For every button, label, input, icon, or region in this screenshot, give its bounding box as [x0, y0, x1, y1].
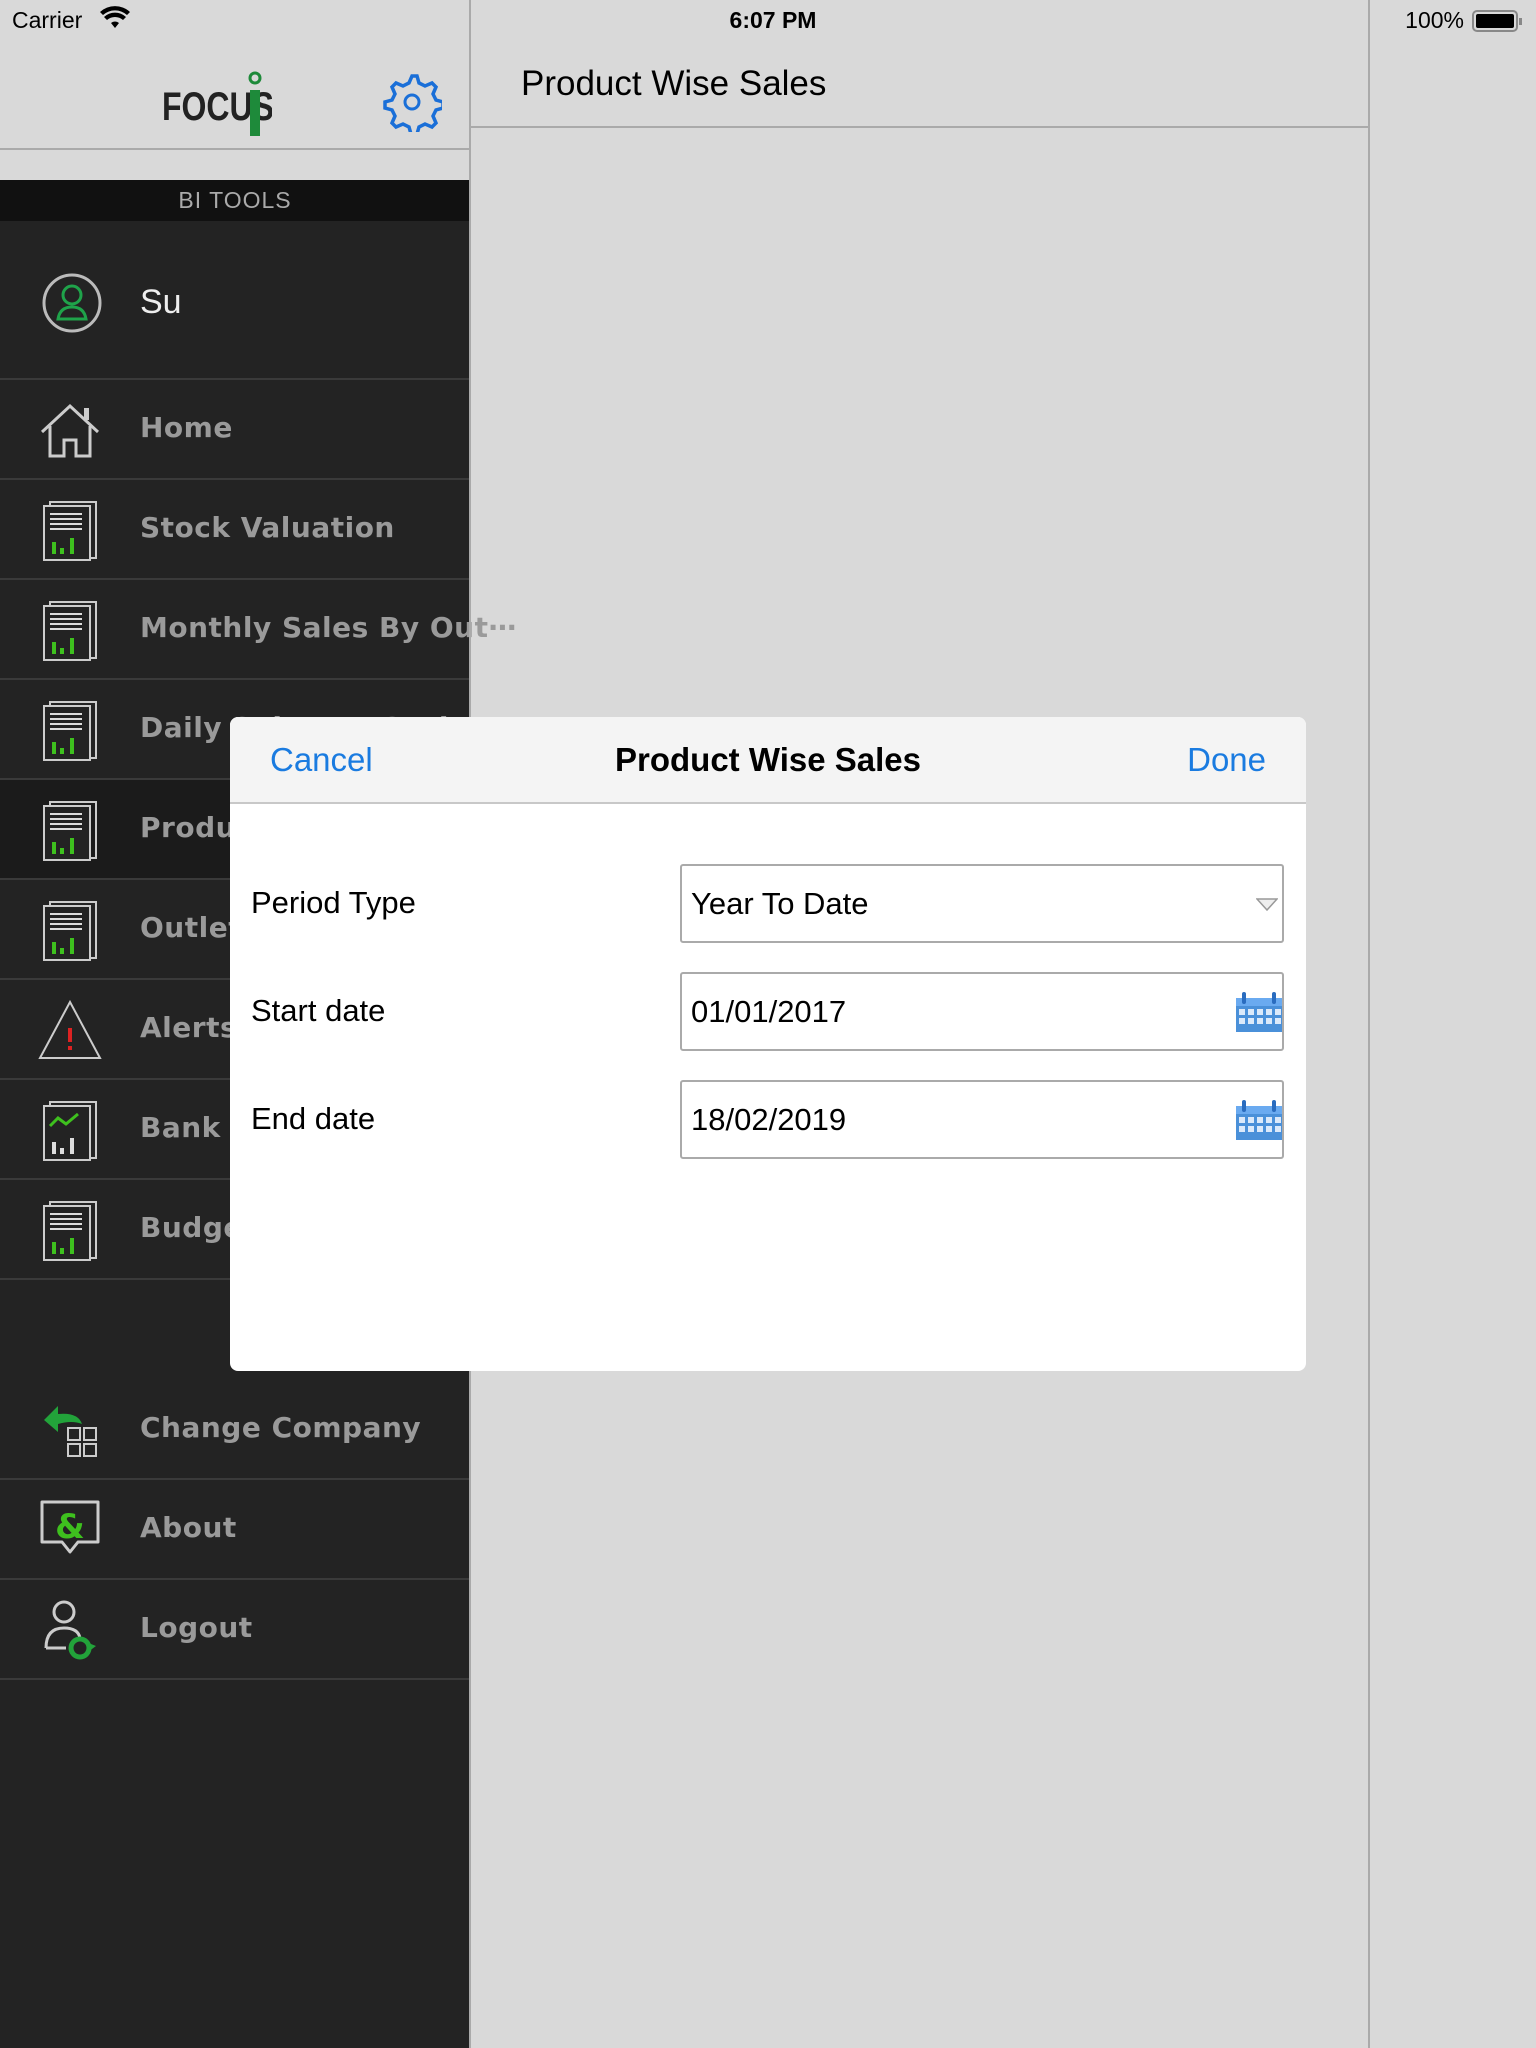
alert-icon [38, 999, 102, 1059]
sidebar-item-label: Change Company [140, 1411, 422, 1444]
start-date-value: 01/01/2017 [691, 994, 847, 1029]
divider [1368, 0, 1370, 2048]
change-company-icon [44, 1406, 97, 1457]
clock: 6:07 PM [729, 7, 817, 33]
end-date-label: End date [251, 1101, 376, 1136]
status-bar: Carrier 6:07 PM 100% [0, 0, 1536, 40]
dialog-title: Product Wise Sales [615, 741, 921, 778]
calendar-icon[interactable] [1236, 992, 1282, 1032]
logout-icon [44, 1600, 96, 1660]
report-icon [43, 901, 97, 961]
user-avatar-icon [42, 273, 102, 333]
report-icon [43, 801, 97, 861]
sidebar-item-label: Alerts [140, 1011, 238, 1044]
done-button[interactable]: Done [1187, 741, 1266, 779]
sidebar-item-about[interactable]: & About [0, 1480, 470, 1580]
about-icon: & [40, 1500, 100, 1554]
period-type-dropdown[interactable]: Year To Date [680, 864, 1284, 943]
settings-gear-icon[interactable] [382, 72, 442, 132]
sidebar-item-label: Outlet [140, 911, 243, 944]
focus-logo: FOCUS [162, 71, 272, 136]
user-profile[interactable]: Su [0, 221, 470, 380]
sidebar-item-home[interactable]: Home [0, 380, 470, 480]
user-name: Su [140, 283, 182, 321]
report-icon [43, 601, 97, 661]
end-date-field[interactable]: 18/02/2019 [680, 1080, 1284, 1159]
dialog-header: Cancel Product Wise Sales Done [230, 717, 1306, 804]
main-header: Product Wise Sales [471, 40, 1369, 128]
start-date-label: Start date [251, 993, 386, 1028]
sidebar-item-label: Monthly Sales By Out⋯ [140, 611, 517, 644]
calendar-icon[interactable] [1236, 1100, 1282, 1140]
battery-percent: 100% [1405, 7, 1464, 33]
sidebar-item-label: Home [140, 411, 233, 444]
chevron-down-icon [1256, 898, 1278, 912]
sidebar-item-label: About [140, 1511, 237, 1544]
period-type-label: Period Type [251, 885, 416, 920]
sidebar-item-logout[interactable]: Logout [0, 1580, 470, 1680]
report-icon [43, 701, 97, 761]
section-title: BI TOOLS [0, 180, 470, 221]
report-icon [43, 501, 97, 561]
page-title: Product Wise Sales [521, 64, 827, 103]
report-icon [43, 1201, 97, 1261]
sidebar-item-stock-valuation[interactable]: Stock Valuation [0, 480, 470, 580]
filter-dialog: Cancel Product Wise Sales Done Period Ty… [230, 717, 1306, 1371]
period-type-value: Year To Date [691, 886, 869, 921]
home-icon [40, 403, 100, 458]
end-date-value: 18/02/2019 [691, 1102, 847, 1137]
trend-report-icon [43, 1101, 97, 1161]
svg-text:&: & [55, 1507, 85, 1547]
sidebar-item-label: Stock Valuation [140, 511, 395, 544]
sidebar-item-monthly-sales-by-out[interactable]: Monthly Sales By Out⋯ [0, 580, 516, 680]
sidebar-item-change-company[interactable]: Change Company [0, 1380, 470, 1480]
battery-icon [1472, 10, 1522, 32]
sidebar-item-label: Logout [140, 1611, 253, 1644]
start-date-field[interactable]: 01/01/2017 [680, 972, 1284, 1051]
